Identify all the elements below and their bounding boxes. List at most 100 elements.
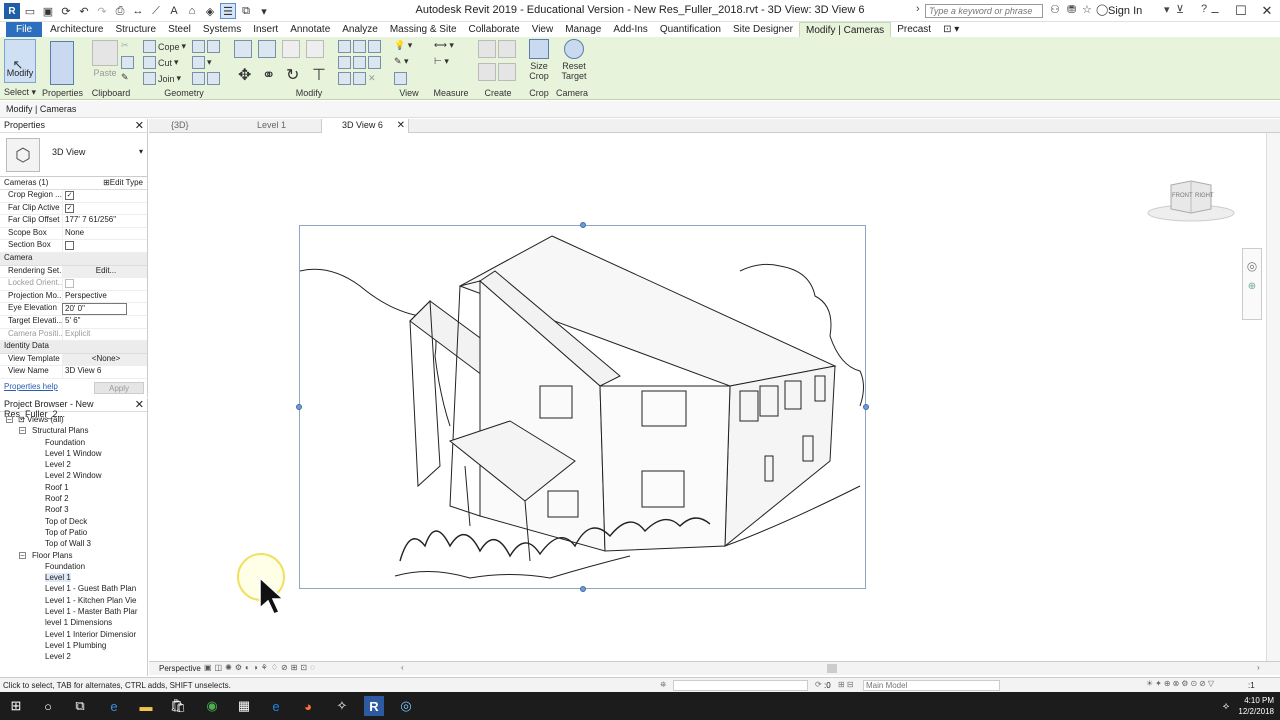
star-icon[interactable]: ☆ xyxy=(1082,3,1092,16)
copy-icon[interactable] xyxy=(121,56,134,69)
chevron-down-icon[interactable]: ▾ xyxy=(1164,3,1170,16)
linework-icon[interactable] xyxy=(394,72,407,85)
mirror-axis-icon[interactable] xyxy=(282,40,300,58)
tab-quantification[interactable]: Quantification xyxy=(654,22,727,37)
sign-in-button[interactable]: Sign In xyxy=(1108,5,1142,17)
tab-site-designer[interactable]: Site Designer xyxy=(727,22,799,37)
tab-analyze[interactable]: Analyze xyxy=(336,22,384,37)
match-properties-icon[interactable]: ✎ xyxy=(121,72,129,83)
tab-architecture[interactable]: Architecture xyxy=(44,22,109,37)
chevron-right-icon[interactable]: › xyxy=(916,3,920,15)
collapse-icon[interactable]: – xyxy=(6,416,13,423)
windows-start-icon[interactable]: ⊞ xyxy=(6,696,26,716)
edge-icon[interactable]: e xyxy=(104,696,124,716)
tree-item[interactable]: Level 2 xyxy=(0,459,147,470)
checkbox-unchecked-icon[interactable] xyxy=(65,241,74,251)
tree-item[interactable]: Foundation xyxy=(0,437,147,448)
app-icon[interactable]: ✧ xyxy=(332,696,352,716)
undo-icon[interactable]: ↶ xyxy=(76,3,92,19)
collapse-icon[interactable]: – xyxy=(19,551,26,559)
tab-file[interactable]: File xyxy=(6,22,43,37)
rendering-edit-button[interactable]: Edit... xyxy=(62,265,147,278)
apply-button[interactable]: Apply xyxy=(94,382,144,394)
tree-item[interactable]: Roof 3 xyxy=(0,504,147,515)
property-value[interactable]: 177' 7 61/256" xyxy=(62,215,147,227)
property-row[interactable]: Projection Mo... Perspective xyxy=(0,290,147,304)
tree-item[interactable]: Level 1 Interior Dimensior xyxy=(0,629,147,640)
thin-lines-icon[interactable]: ☰ xyxy=(220,3,236,19)
crop-grip-top[interactable] xyxy=(580,222,586,228)
cope-button[interactable]: Cope ▾ xyxy=(143,40,186,53)
tree-item[interactable]: Level 1 - Master Bath Plar xyxy=(0,606,147,617)
tab-modify-cameras[interactable]: Modify | Cameras xyxy=(799,22,892,37)
steering-wheel-icon[interactable]: ◎ xyxy=(1243,259,1261,273)
user-icon[interactable]: ◯ xyxy=(1096,3,1108,16)
mirror-line-icon[interactable] xyxy=(306,40,324,58)
viewcube-front-label[interactable]: FRONT xyxy=(1172,193,1193,199)
property-row[interactable]: View Name 3D View 6 xyxy=(0,366,147,379)
geometry-tool-3-icon[interactable] xyxy=(192,72,220,85)
cut-clip-icon[interactable]: ✂ xyxy=(121,40,129,51)
cut-button[interactable]: Cut ▾ xyxy=(143,56,179,69)
vertical-scrollbar[interactable] xyxy=(1266,133,1280,661)
tab-add-ins[interactable]: Add-Ins xyxy=(607,22,653,37)
close-icon[interactable]: ✕ xyxy=(135,119,144,132)
eye-elevation-input[interactable]: 20' 0" xyxy=(62,303,127,315)
save-icon[interactable]: ▣ xyxy=(40,3,56,19)
property-row[interactable]: View Template <None> xyxy=(0,353,147,367)
group-identity-data[interactable]: Identity Data xyxy=(0,341,147,354)
horizontal-scroll-thumb[interactable] xyxy=(827,664,837,673)
join-button[interactable]: Join ▾ xyxy=(143,72,181,85)
group-camera[interactable]: Camera xyxy=(0,252,147,266)
open-icon[interactable]: ▭ xyxy=(22,3,38,19)
tree-item[interactable]: Level 2 Window xyxy=(0,470,147,481)
property-row[interactable]: Crop Region ... ✓ xyxy=(0,190,147,203)
reset-target-button[interactable]: Reset Target xyxy=(559,39,589,81)
copy-element-icon[interactable]: ⚭ xyxy=(262,65,275,85)
crop-grip-right[interactable] xyxy=(863,404,869,410)
projection-mode[interactable]: Perspective xyxy=(159,664,201,673)
property-row[interactable]: Target Elevati... 5' 6" xyxy=(0,315,147,329)
tree-root[interactable]: – ⊡ Views (all) xyxy=(0,414,147,425)
sync-icon[interactable]: ⟳ xyxy=(58,3,74,19)
editable-icon[interactable]: ⟳ xyxy=(815,680,822,689)
close-icon[interactable]: ✕ xyxy=(1254,0,1280,22)
ie-icon[interactable]: e xyxy=(266,696,286,716)
property-row[interactable]: Section Box xyxy=(0,240,147,253)
file-explorer-icon[interactable]: ▬ xyxy=(136,696,156,716)
tree-item[interactable]: Roof 2 xyxy=(0,493,147,504)
tree-item[interactable]: level 1 Dimensions xyxy=(0,617,147,628)
geometry-tool-2-icon[interactable]: ▾ xyxy=(192,56,212,69)
tree-floor-plans[interactable]: – Floor Plans xyxy=(0,550,147,561)
tree-item[interactable]: Level 1 - Kitchen Plan Vie xyxy=(0,595,147,606)
switch-windows-icon[interactable]: ⧉ xyxy=(238,3,254,19)
paste-button[interactable]: Paste xyxy=(92,40,118,78)
properties-icon[interactable] xyxy=(50,41,74,85)
selection-filters-icons[interactable]: ☀✦⊕⊗⚙⊙⊘▽ xyxy=(1146,679,1216,688)
print-icon[interactable]: ⎙ xyxy=(112,3,128,19)
tree-item[interactable]: Level 1 - Guest Bath Plan xyxy=(0,583,147,594)
rotate-icon[interactable]: ↻ xyxy=(286,65,299,85)
tab-collaborate[interactable]: Collaborate xyxy=(463,22,526,37)
create-parts-icon[interactable] xyxy=(478,63,516,81)
tab-structure[interactable]: Structure xyxy=(109,22,162,37)
property-value[interactable]: 3D View 6 xyxy=(62,366,147,378)
search-input[interactable]: Type a keyword or phrase xyxy=(925,4,1043,18)
design-options-icon[interactable]: ⊞ ⊟ xyxy=(838,680,854,689)
viewcube-right-label[interactable]: RIGHT xyxy=(1195,193,1214,199)
viewcube[interactable]: FRONT RIGHT xyxy=(1146,175,1236,225)
property-value[interactable]: 5' 6" xyxy=(62,315,147,328)
crop-grip-bottom[interactable] xyxy=(580,586,586,592)
network-icon[interactable]: ⟡ xyxy=(1216,696,1236,716)
subscription-icon[interactable]: ⛃ xyxy=(1067,3,1076,16)
store-icon[interactable]: 🛍 xyxy=(168,696,188,716)
tree-item-selected[interactable]: Level 1 xyxy=(0,572,147,583)
tree-item[interactable]: Top of Deck xyxy=(0,516,147,527)
worksharing-icon[interactable]: ⛯ xyxy=(660,680,666,690)
scale-icon[interactable]: ✕ xyxy=(338,72,376,85)
tree-item[interactable]: Level 1 Plumbing xyxy=(0,640,147,651)
edit-type-button[interactable]: ⊞Edit Type xyxy=(103,178,143,187)
recorder-icon[interactable]: ◎ xyxy=(396,696,416,716)
checkbox-checked-icon[interactable]: ✓ xyxy=(65,191,74,200)
property-row[interactable]: Scope Box None xyxy=(0,227,147,241)
